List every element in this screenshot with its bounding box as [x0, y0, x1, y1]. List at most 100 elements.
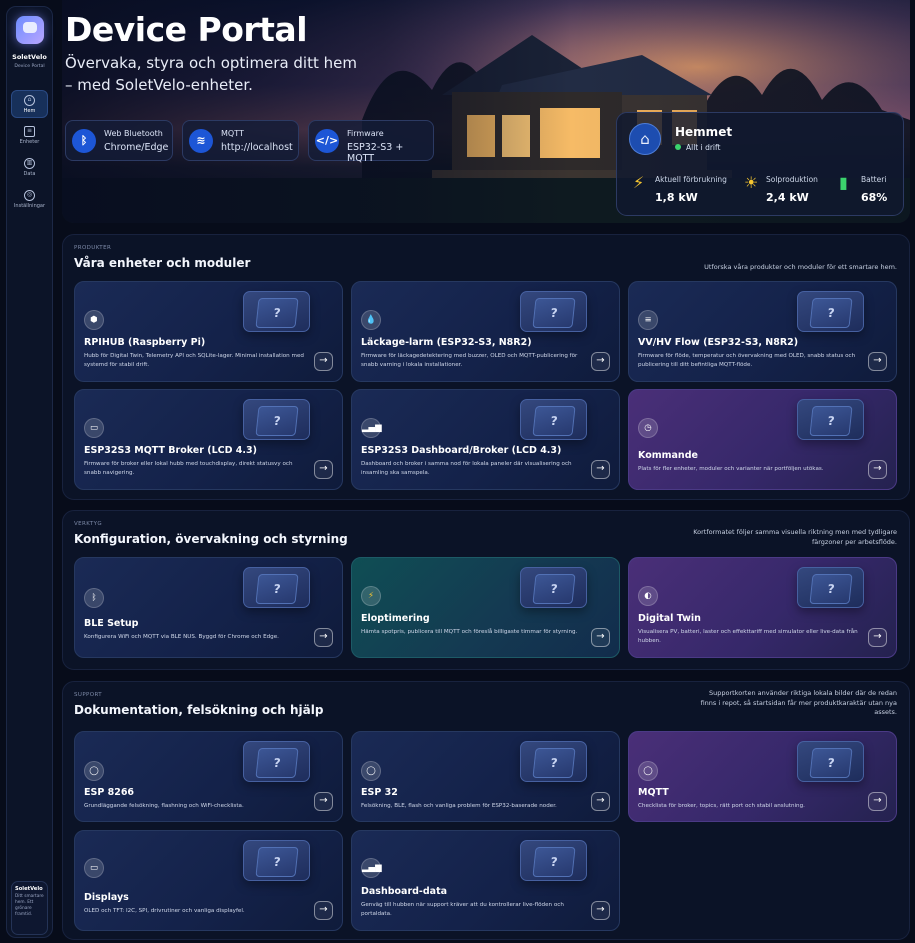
sidebar: SoletVelo Device Portal ⌂ Hem ≡ Enheter …: [6, 6, 53, 938]
card-description: Hubb för Digital Twin, Telemetry API och…: [84, 353, 304, 368]
card-title: Läckage-larm (ESP32-S3, N8R2): [361, 337, 532, 348]
home-status-card: ⌂ Hemmet Allt i drift ⚡ Aktuell förbrukn…: [616, 112, 904, 216]
nav-item-hem[interactable]: ⌂ Hem: [11, 90, 48, 118]
card-image: ?: [520, 291, 587, 332]
lightning-icon: ⚡: [361, 586, 381, 606]
chip-firmware: </> Firmware ESP32-S3 + MQTT: [308, 120, 434, 164]
card-title: Dashboard-data: [361, 886, 448, 897]
card-title: Displays: [84, 892, 129, 903]
card-title: ESP32S3 Dashboard/Broker (LCD 4.3): [361, 445, 562, 456]
chip-value: Chrome/Edge: [104, 142, 169, 153]
page-subtitle: Övervaka, styra och optimera ditt hem – …: [65, 54, 357, 94]
battery-icon: ▮: [839, 173, 848, 192]
chip-label: MQTT: [221, 129, 244, 138]
sun-icon: ☀: [744, 173, 759, 192]
card-description: Genväg till hubben när support kräver at…: [361, 902, 564, 917]
nav-label: Data: [23, 171, 36, 177]
monitor-icon: ▭: [84, 858, 104, 878]
placeholder-image-icon: ?: [255, 847, 299, 877]
arrow-right-icon[interactable]: →: [868, 792, 887, 811]
card-image: ?: [243, 741, 310, 782]
card-title: RPIHUB (Raspberry Pi): [84, 337, 206, 348]
bluetooth-icon: ᛒ: [72, 129, 96, 153]
product-card-kommande[interactable]: ? ◷ Kommande Plats för fler enheter, mod…: [628, 389, 897, 490]
product-card-rpihub[interactable]: ? ⬢ RPIHUB (Raspberry Pi) Hubb för Digit…: [74, 281, 343, 382]
chip-label: Firmware: [347, 129, 384, 138]
arrow-right-icon[interactable]: →: [314, 628, 333, 647]
stat-value: 1,8 kW: [655, 191, 698, 204]
card-description: Visualisera PV, batteri, laster och effe…: [638, 629, 858, 644]
section-title: Dokumentation, felsökning och hjälp: [74, 703, 324, 717]
section-tools: VERKTYG Konfiguration, övervakning och s…: [62, 510, 910, 670]
nav-item-enheter[interactable]: ≡ Enheter: [11, 122, 48, 150]
signal-bars-icon: ▂▄▆: [361, 418, 382, 438]
support-card-mqtt[interactable]: ? ◯ MQTT Checklista för broker, topics, …: [628, 731, 897, 822]
nav-label: Enheter: [19, 139, 40, 145]
bluetooth-icon: ᛒ: [84, 588, 104, 608]
card-title: Digital Twin: [638, 613, 701, 624]
product-card-mqtt-broker[interactable]: ? ▭ ESP32S3 MQTT Broker (LCD 4.3) Firmwa…: [74, 389, 343, 490]
arrow-right-icon[interactable]: →: [868, 628, 887, 647]
home-icon: ⌂: [24, 95, 35, 106]
hero-banner: Device Portal Övervaka, styra och optime…: [62, 0, 910, 223]
arrow-right-icon[interactable]: →: [591, 352, 610, 371]
card-image: ?: [797, 291, 864, 332]
arrow-right-icon[interactable]: →: [591, 792, 610, 811]
arrow-right-icon[interactable]: →: [314, 352, 333, 371]
tool-card-digital-twin[interactable]: ? ◐ Digital Twin Visualisera PV, batteri…: [628, 557, 897, 658]
product-card-leak-alarm[interactable]: ? 💧 Läckage-larm (ESP32-S3, N8R2) Firmwa…: [351, 281, 620, 382]
section-title: Våra enheter och moduler: [74, 256, 251, 270]
card-title: ESP32S3 MQTT Broker (LCD 4.3): [84, 445, 257, 456]
flow-icon: ≡: [638, 310, 658, 330]
arrow-right-icon[interactable]: →: [591, 628, 610, 647]
arrow-right-icon[interactable]: →: [591, 460, 610, 479]
app-logo[interactable]: [16, 16, 44, 44]
section-support: SUPPORT Dokumentation, felsökning och hj…: [62, 681, 910, 940]
product-card-flow[interactable]: ? ≡ VV/HV Flow (ESP32-S3, N8R2) Firmware…: [628, 281, 897, 382]
placeholder-image-icon: ?: [532, 748, 576, 778]
home-title: Hemmet: [675, 125, 733, 139]
arrow-right-icon[interactable]: →: [314, 901, 333, 920]
card-title: ESP 8266: [84, 787, 135, 798]
card-image: ?: [243, 840, 310, 881]
support-card-displays[interactable]: ? ▭ Displays OLED och TFT: I2C, SPI, dri…: [74, 830, 343, 931]
nav-label: Inställningar: [13, 203, 46, 209]
arrow-right-icon[interactable]: →: [868, 352, 887, 371]
card-title: Eloptimering: [361, 613, 430, 624]
chip-mqtt: ≋ MQTT http://localhost: [182, 120, 299, 161]
promo-text: Ditt smartare hem. Ett grönare framtid.: [15, 894, 44, 917]
arrow-right-icon[interactable]: →: [868, 460, 887, 479]
card-description: Plats för fler enheter, moduler och vari…: [638, 466, 824, 472]
arrow-right-icon[interactable]: →: [314, 792, 333, 811]
clock-icon: ◷: [638, 418, 658, 438]
sidebar-promo: SoletVelo Ditt smartare hem. Ett grönare…: [11, 881, 48, 935]
settings-icon: ◎: [24, 190, 35, 201]
nav-label: Hem: [23, 108, 36, 114]
arrow-right-icon[interactable]: →: [591, 901, 610, 920]
brand-subtitle: Device Portal: [14, 64, 45, 69]
card-image: ?: [797, 741, 864, 782]
card-description: Dashboard och broker i samma nod för lok…: [361, 461, 572, 476]
support-card-esp8266[interactable]: ? ◯ ESP 8266 Grundläggande felsökning, f…: [74, 731, 343, 822]
product-card-dashboard-broker[interactable]: ? ▂▄▆ ESP32S3 Dashboard/Broker (LCD 4.3)…: [351, 389, 620, 490]
placeholder-image-icon: ?: [809, 298, 853, 328]
placeholder-image-icon: ?: [809, 406, 853, 436]
section-description: Supportkorten använder riktiga lokala bi…: [700, 689, 897, 716]
tool-card-eloptimering[interactable]: ? ⚡ Eloptimering Hämta spotpris, publice…: [351, 557, 620, 658]
card-description: OLED och TFT: I2C, SPI, drivrutiner och …: [84, 908, 245, 914]
tool-card-ble-setup[interactable]: ? ᛒ BLE Setup Konfigurera WiFi och MQTT …: [74, 557, 343, 658]
section-kicker: PRODUKTER: [74, 245, 112, 251]
nav-item-installningar[interactable]: ◎ Inställningar: [11, 186, 48, 214]
help-icon: ◯: [638, 761, 658, 781]
card-image: ?: [243, 399, 310, 440]
placeholder-image-icon: ?: [809, 748, 853, 778]
support-card-dashboard-data[interactable]: ? ▂▄▆ Dashboard-data Genväg till hubben …: [351, 830, 620, 931]
card-image: ?: [243, 291, 310, 332]
status-dot-icon: [675, 144, 681, 150]
code-icon: </>: [315, 129, 339, 153]
arrow-right-icon[interactable]: →: [314, 460, 333, 479]
nav-item-data[interactable]: ▥ Data: [11, 154, 48, 182]
placeholder-image-icon: ?: [255, 574, 299, 604]
support-card-esp32[interactable]: ? ◯ ESP 32 Felsökning, BLE, flash och va…: [351, 731, 620, 822]
placeholder-image-icon: ?: [532, 574, 576, 604]
